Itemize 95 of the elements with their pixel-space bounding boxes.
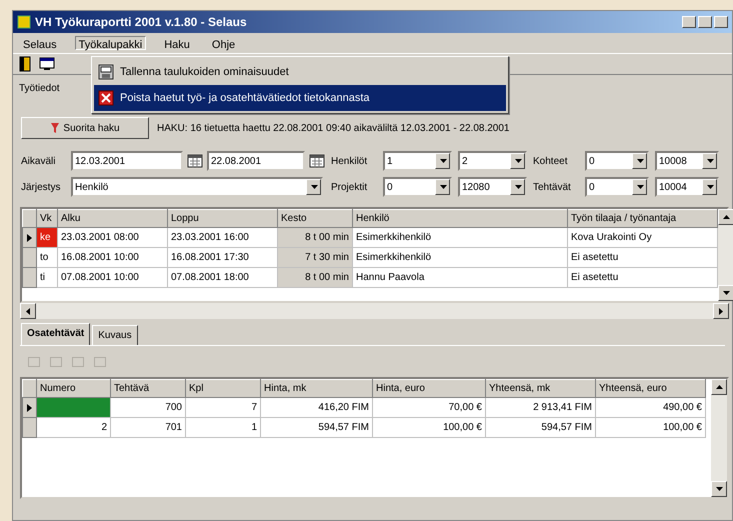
table-cell: Kova Urakointi Oy — [568, 228, 718, 248]
maximize-button[interactable] — [698, 16, 712, 28]
search-status: HAKU: 16 tietuetta haettu 22.08.2001 09:40 aikaväliltä 12.03.2001 - 22.08.2001 — [157, 122, 510, 136]
table-cell: 16.08.2001 17:30 — [168, 248, 278, 268]
table-cell: 100,00 € — [596, 418, 706, 438]
field-label: Projektit — [331, 180, 368, 194]
table-cell: 100,00 € — [372, 418, 486, 438]
tab[interactable]: Osatehtävät — [21, 323, 90, 345]
table-cell: 7 t 30 min — [278, 248, 352, 268]
menu-item[interactable]: Työkalupakki — [74, 36, 146, 50]
dropdown-field[interactable]: 0 — [585, 177, 649, 197]
field-label: Henkilöt — [331, 154, 368, 168]
save-icon — [98, 64, 114, 80]
menu-item[interactable]: Tallenna taulukoiden ominaisuudet — [94, 59, 506, 85]
table-cell: 490,00 € — [596, 398, 706, 418]
dropdown-field[interactable]: 0 — [585, 151, 649, 171]
menu-item[interactable]: Haku — [160, 36, 194, 50]
column-header[interactable]: Työn tilaaja / työnantaja — [568, 210, 718, 228]
funnel-icon — [50, 122, 60, 134]
scrollbar[interactable] — [718, 209, 733, 301]
column-header[interactable]: Vk — [36, 210, 58, 228]
tab-label[interactable]: Työtiedot — [19, 83, 60, 94]
dropdown-field[interactable]: Henkilö — [71, 177, 323, 197]
table-cell: 594,57 FIM — [486, 418, 596, 438]
field-label: Aikaväli — [21, 154, 56, 168]
table-cell: 23.03.2001 16:00 — [168, 228, 278, 248]
app-icon — [17, 15, 31, 29]
disabled-tool-icon — [28, 356, 40, 366]
column-header[interactable]: Hinta, mk — [260, 380, 372, 398]
table-cell: to — [36, 248, 58, 268]
column-header[interactable]: Hinta, euro — [372, 380, 486, 398]
minimize-button[interactable] — [682, 16, 696, 28]
window-title: VH Työkuraportti 2001 v.1.80 - Selaus — [35, 14, 247, 31]
close-button[interactable] — [714, 16, 728, 28]
table-cell: 416,20 FIM — [260, 398, 372, 418]
row-pointer-icon — [26, 232, 34, 242]
column-header[interactable]: Yhteensä, mk — [486, 380, 596, 398]
dropdown-field[interactable]: 10008 — [655, 151, 719, 171]
field-label: Tehtävät — [533, 180, 572, 194]
field-label: Järjestys — [21, 180, 62, 194]
column-header[interactable]: Tehtävä — [110, 380, 186, 398]
dropdown-field[interactable]: 2 — [458, 151, 527, 171]
calendar-icon[interactable] — [309, 154, 325, 168]
table-cell: ti — [36, 268, 58, 288]
date-field[interactable]: 12.03.2001 — [71, 151, 183, 171]
row-pointer-icon — [26, 402, 34, 412]
column-header[interactable]: Numero — [36, 380, 110, 398]
dropdown-field[interactable]: 1 — [383, 151, 452, 171]
table-cell: 70,00 € — [372, 398, 486, 418]
table-cell: 701 — [110, 418, 186, 438]
delete-icon — [98, 90, 114, 106]
column-header[interactable]: Yhteensä, euro — [596, 380, 706, 398]
row-header[interactable] — [22, 228, 36, 248]
table-cell: 8 t 00 min — [278, 228, 352, 248]
calendar-icon[interactable] — [187, 154, 203, 168]
table-cell: 07.08.2001 10:00 — [58, 268, 168, 288]
table-cell: 23.03.2001 08:00 — [58, 228, 168, 248]
table-cell: 700 — [110, 398, 186, 418]
column-header[interactable]: Kesto — [278, 210, 352, 228]
column-header[interactable]: Alku — [58, 210, 168, 228]
table-cell: Esimerkkihenkilö — [352, 228, 568, 248]
menu-item[interactable]: Poista haetut työ- ja osatehtävätiedot tietokannasta — [94, 85, 506, 111]
table-cell: 2 — [36, 418, 110, 438]
current-cell: ke — [36, 228, 58, 248]
row-header[interactable] — [22, 398, 36, 418]
table-cell: 7 — [186, 398, 260, 418]
table-cell: Ei asetettu — [568, 268, 718, 288]
table-cell: Esimerkkihenkilö — [352, 248, 568, 268]
window-icon[interactable] — [39, 57, 55, 71]
disabled-tool-icon — [94, 356, 106, 366]
dropdown-field[interactable]: 12080 — [458, 177, 527, 197]
search-button[interactable]: Suorita haku — [21, 117, 149, 139]
menu-item[interactable]: Selaus — [19, 36, 61, 50]
table-cell: 594,57 FIM — [260, 418, 372, 438]
column-header[interactable]: Loppu — [168, 210, 278, 228]
scrollbar[interactable] — [711, 379, 727, 497]
disabled-tool-icon — [50, 356, 62, 366]
column-header[interactable]: Kpl — [186, 380, 260, 398]
table-cell: Ei asetettu — [568, 248, 718, 268]
field-label: Kohteet — [533, 154, 568, 168]
dropdown-field[interactable]: 10004 — [655, 177, 719, 197]
scrollbar[interactable] — [20, 303, 729, 319]
table-cell: 8 t 00 min — [278, 268, 352, 288]
disabled-tool-icon — [72, 356, 84, 366]
table-cell: 16.08.2001 10:00 — [58, 248, 168, 268]
table-cell: 07.08.2001 18:00 — [168, 268, 278, 288]
table-cell: 1 — [186, 418, 260, 438]
date-field[interactable]: 22.08.2001 — [207, 151, 305, 171]
menu-item[interactable]: Ohje — [208, 36, 240, 50]
dropdown-field[interactable]: 0 — [383, 177, 452, 197]
column-header[interactable]: Henkilö — [352, 210, 568, 228]
table-cell: 2 913,41 FIM — [486, 398, 596, 418]
tab[interactable]: Kuvaus — [92, 325, 138, 345]
table-cell: Hannu Paavola — [352, 268, 568, 288]
door-icon[interactable] — [19, 56, 31, 72]
